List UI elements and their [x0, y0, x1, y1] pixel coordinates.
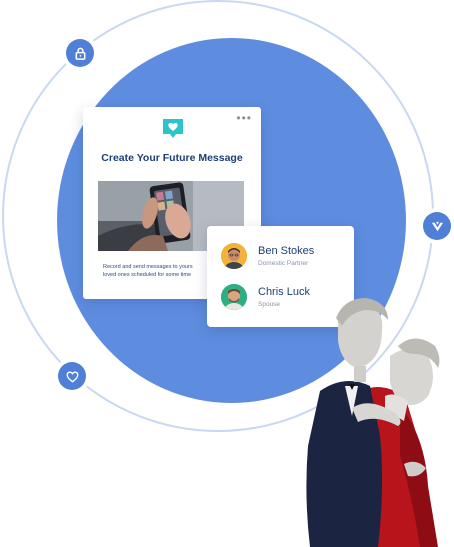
contact-name: Ben Stokes [258, 245, 315, 257]
lock-badge [66, 39, 94, 67]
chat-heart-icon [163, 119, 183, 138]
brand-badge [423, 212, 451, 240]
card-title: Create Your Future Message [101, 152, 243, 164]
avatar [221, 243, 247, 269]
person-avatar-image [221, 284, 247, 310]
card-menu-button[interactable]: ••• [236, 112, 252, 124]
lock-icon [75, 47, 85, 60]
heart-badge [58, 362, 86, 390]
brand-logo-icon [431, 221, 443, 231]
avatar [221, 284, 247, 310]
heart-icon [66, 370, 78, 383]
statue-couple-image [306, 298, 440, 547]
contact-role: Spouse [258, 301, 281, 308]
contact-role: Domestic Partner [258, 260, 309, 267]
contact-item[interactable]: Ben Stokes Domestic Partner [221, 243, 351, 273]
hero-illustration: ••• Create Your Future Message Record an… [0, 0, 454, 547]
person-avatar-image [221, 243, 247, 269]
